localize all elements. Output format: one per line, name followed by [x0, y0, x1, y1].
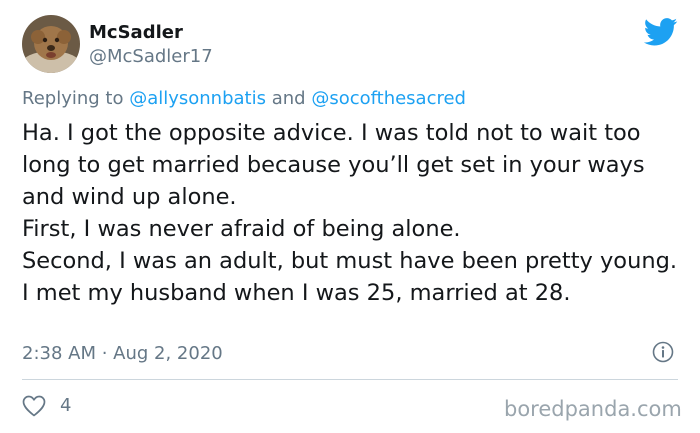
replying-to-conjunction: and — [266, 88, 312, 109]
boredpanda-watermark: boredpanda.com — [504, 397, 682, 421]
heart-icon[interactable] — [22, 395, 46, 417]
mention-allysonnbatis[interactable]: @allysonnbatis — [129, 88, 266, 109]
avatar-photo — [22, 15, 80, 73]
replying-to-line: Replying to @allysonnbatis and @socofthe… — [22, 87, 466, 111]
replying-to-prefix: Replying to — [22, 88, 130, 109]
mention-socofthesacred[interactable]: @socofthesacred — [311, 88, 466, 109]
tweet-paragraph: Ha. I got the opposite advice. I was tol… — [22, 120, 645, 210]
author-handle[interactable]: @McSadler17 — [89, 46, 213, 68]
tweet-timestamp[interactable]: 2:38 AM · Aug 2, 2020 — [22, 342, 223, 366]
twitter-bird-icon[interactable] — [643, 18, 678, 46]
info-icon[interactable] — [652, 341, 674, 363]
divider — [22, 379, 678, 380]
like-count: 4 — [60, 395, 72, 416]
tweet-paragraph: First, I was never afraid of being alone… — [22, 216, 461, 242]
author-display-name[interactable]: McSadler — [89, 22, 183, 44]
tweet-text: Ha. I got the opposite advice. I was tol… — [22, 117, 682, 309]
tweet-paragraph: Second, I was an adult, but must have be… — [22, 248, 678, 306]
avatar[interactable] — [22, 15, 80, 73]
